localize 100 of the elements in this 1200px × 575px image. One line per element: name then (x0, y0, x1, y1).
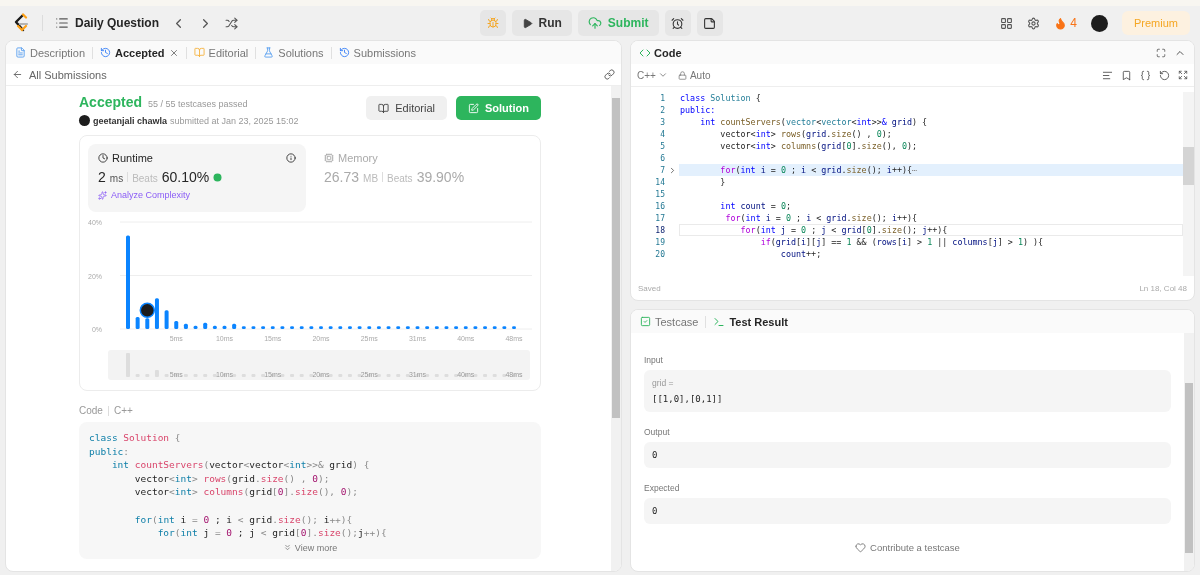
histogram-bar[interactable] (444, 326, 449, 329)
histogram-bar[interactable] (454, 326, 459, 329)
expand-icon[interactable] (1178, 70, 1188, 80)
avatar[interactable] (1091, 14, 1108, 32)
book-icon (193, 47, 205, 58)
histogram-bar[interactable] (154, 298, 159, 329)
view-more-button[interactable]: View more (282, 539, 338, 553)
histogram-bar[interactable] (386, 326, 391, 329)
braces-icon[interactable] (1140, 69, 1151, 81)
histogram-bar[interactable] (415, 326, 420, 329)
histogram-bar[interactable] (319, 326, 323, 329)
panel-tab[interactable]: Accepted (97, 46, 182, 59)
histogram-bar[interactable] (328, 326, 333, 329)
user-name[interactable]: geetanjali chawla (93, 115, 168, 126)
problem-list-title[interactable]: Daily Question (75, 16, 160, 30)
panel-tab[interactable]: Testcase (637, 315, 702, 328)
format-icon[interactable] (1102, 69, 1113, 81)
bookmark-icon[interactable] (1121, 69, 1132, 81)
analyze-complexity-link[interactable]: Analyze Complexity (98, 190, 296, 200)
histogram-bar[interactable] (376, 326, 381, 329)
code-line[interactable]: for(int i = 0 ; i < grid.size(); i++){ (679, 212, 1183, 224)
grid-icon[interactable] (1000, 16, 1014, 30)
code-line[interactable]: int countServers(vector<vector<int>>& grid) { (679, 116, 1183, 128)
histogram-bar[interactable] (222, 325, 227, 329)
histogram-bar[interactable] (164, 310, 169, 329)
close-icon[interactable] (168, 47, 179, 58)
histogram-bar[interactable] (232, 323, 237, 329)
code-line[interactable]: count++; (679, 248, 1183, 260)
fullscreen-icon[interactable] (1156, 47, 1166, 58)
logo-icon[interactable] (12, 13, 30, 33)
histogram-bar[interactable] (309, 326, 314, 329)
code-line[interactable]: class Solution { (679, 92, 1183, 104)
histogram-bar[interactable] (367, 326, 372, 329)
code-line[interactable]: vector<int> columns(grid[0].size(), 0); (679, 140, 1183, 152)
timer-button[interactable] (664, 10, 691, 36)
histogram-bar[interactable] (251, 326, 256, 329)
histogram-bar[interactable] (425, 326, 430, 329)
histogram-bar[interactable] (396, 326, 401, 329)
editorial-button[interactable]: Editorial (366, 96, 447, 120)
panel-tab[interactable]: Test Result (710, 315, 791, 328)
histogram-bar[interactable] (357, 326, 362, 329)
panel-tab[interactable]: Description (12, 46, 89, 59)
run-button[interactable]: Run (511, 10, 572, 36)
history-icon (338, 47, 350, 58)
histogram-bar[interactable] (405, 326, 410, 329)
scrollbar[interactable] (1184, 333, 1194, 571)
histogram-bar[interactable] (492, 326, 497, 329)
flame-icon (1054, 16, 1068, 30)
panel-tab[interactable]: Editorial (190, 46, 252, 59)
cursor-position: Ln 18, Col 48 (1139, 283, 1187, 293)
histogram-bar[interactable] (512, 326, 516, 329)
contribute-testcase-link[interactable]: Contribute a testcase (849, 541, 966, 554)
line-number: 1 (659, 93, 665, 103)
histogram-bar[interactable] (463, 326, 468, 329)
scrollbar[interactable] (611, 86, 621, 571)
histogram-bar[interactable] (299, 326, 304, 329)
language-dropdown[interactable]: C++ (637, 69, 668, 81)
info-icon[interactable] (286, 153, 296, 163)
alarm-clock-icon (671, 16, 684, 30)
histogram-bar[interactable] (241, 326, 246, 329)
beats-percentage: 60.10% (161, 169, 210, 185)
back-link[interactable]: All Submissions (12, 68, 107, 81)
metric-title: Memory (324, 152, 378, 164)
histogram-bar[interactable] (290, 326, 295, 329)
histogram-bar[interactable] (502, 326, 507, 329)
histogram-bar[interactable] (183, 323, 188, 329)
reset-icon[interactable] (1159, 69, 1170, 81)
scrollbar[interactable] (1183, 92, 1194, 276)
panel-tab[interactable]: Submissions (335, 46, 419, 59)
histogram-bar[interactable] (261, 326, 266, 329)
histogram-bar[interactable] (270, 326, 275, 329)
histogram-bar[interactable] (203, 322, 208, 329)
link-icon[interactable] (604, 69, 615, 80)
clock-icon (98, 153, 108, 163)
histogram-bar[interactable] (347, 326, 352, 329)
code-line[interactable]: public: (679, 104, 1183, 116)
field-label: Expected (644, 483, 681, 493)
histogram-bar[interactable] (280, 326, 285, 329)
line-number: 2 (659, 105, 665, 115)
avatar-marker (139, 302, 156, 319)
shuffle-icon[interactable] (225, 16, 239, 30)
notes-button[interactable] (696, 10, 723, 36)
metric-card[interactable]: Runtime 2 ms Beats 60.10% Analyze Complexity (88, 144, 306, 212)
code-line[interactable]: vector<int> rows(grid.size() , 0); (679, 128, 1183, 140)
panel-tab[interactable]: Solutions (260, 46, 327, 59)
list-icon[interactable] (55, 16, 69, 30)
bug-icon (486, 17, 499, 29)
histogram-bar[interactable] (212, 325, 217, 329)
code-line[interactable]: if(grid[i][j] == 1 && (rows[i] > 1 || columns[j] > 1) ){ (679, 236, 1183, 248)
histogram-bar[interactable] (434, 326, 439, 329)
histogram-bar[interactable] (338, 326, 343, 329)
histogram-bar[interactable] (473, 326, 478, 329)
code-line[interactable]: } (679, 176, 1183, 188)
histogram-bar[interactable] (145, 318, 150, 329)
code-line[interactable]: int count = 0; (679, 200, 1183, 212)
histogram-bar[interactable] (483, 326, 488, 329)
histogram-bar[interactable] (135, 316, 140, 329)
histogram-bar[interactable] (193, 325, 198, 329)
histogram-bar[interactable] (174, 321, 179, 329)
settings-icon[interactable] (1027, 16, 1041, 30)
